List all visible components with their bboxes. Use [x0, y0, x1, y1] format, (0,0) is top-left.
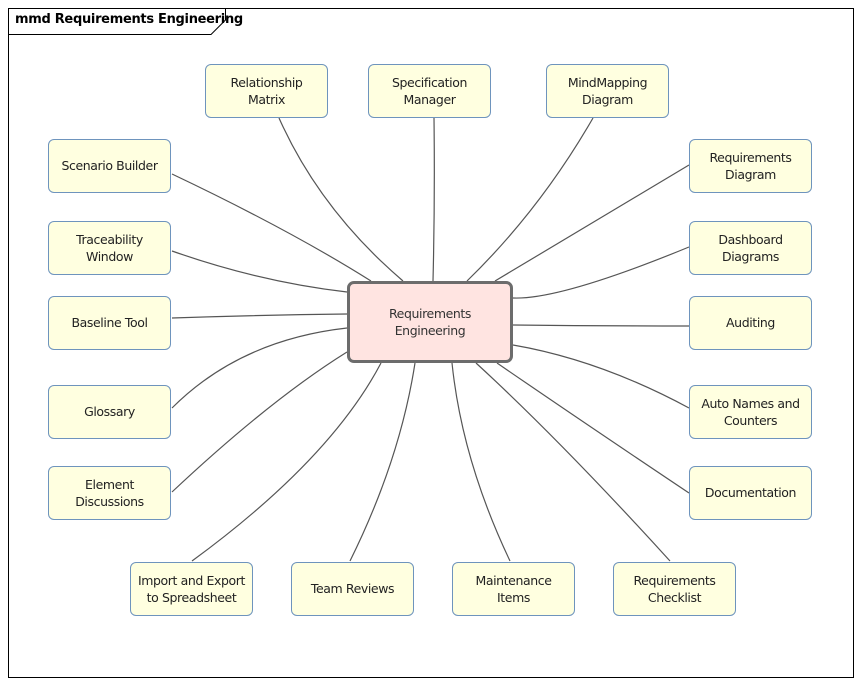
topic-label: Auto Names and Counters	[701, 395, 800, 429]
topic-label: Element Discussions	[75, 476, 144, 510]
topic-label: Dashboard Diagrams	[718, 231, 783, 265]
connector-element-discussions	[171, 351, 348, 493]
topic-label: Glossary	[84, 404, 135, 420]
topic-element-discussions[interactable]: Element Discussions	[48, 466, 171, 520]
topic-auto-names-and-counters[interactable]: Auto Names and Counters	[689, 385, 812, 439]
topic-label: Documentation	[704, 485, 797, 501]
connector-scenario-builder	[171, 173, 372, 282]
topic-traceability-window[interactable]: Traceability Window	[48, 221, 171, 275]
central-topic-label: Requirements Engineering	[388, 305, 472, 339]
topic-import-export-spreadsheet[interactable]: Import and Export to Spreadsheet	[130, 562, 253, 616]
topic-team-reviews[interactable]: Team Reviews	[291, 562, 414, 616]
topic-label: Import and Export to Spreadsheet	[137, 572, 246, 606]
connector-auditing	[512, 324, 690, 327]
topic-requirements-diagram[interactable]: Requirements Diagram	[689, 139, 812, 193]
connector-relationship-matrix	[278, 117, 404, 282]
topic-maintenance-items[interactable]: Maintenance Items	[452, 562, 575, 616]
topic-mindmapping-diagram[interactable]: MindMapping Diagram	[546, 64, 669, 118]
connector-maintenance-items	[451, 362, 511, 562]
topic-documentation[interactable]: Documentation	[689, 466, 812, 520]
central-topic-requirements-engineering[interactable]: Requirements Engineering	[347, 281, 513, 363]
connector-team-reviews	[349, 362, 416, 562]
connector-specification-manager	[432, 117, 435, 282]
topic-label: Specification Manager	[391, 74, 468, 108]
topic-glossary[interactable]: Glossary	[48, 385, 171, 439]
topic-requirements-checklist[interactable]: Requirements Checklist	[613, 562, 736, 616]
topic-label: Requirements Diagram	[709, 149, 792, 183]
connector-traceability-window	[171, 250, 348, 293]
topic-label: Traceability Window	[76, 231, 143, 265]
connector-auto-names-and-counters	[512, 344, 690, 409]
topic-label: Auditing	[726, 315, 775, 331]
topic-dashboard-diagrams[interactable]: Dashboard Diagrams	[689, 221, 812, 275]
topic-label: Team Reviews	[310, 581, 395, 597]
connector-glossary	[171, 327, 348, 409]
topic-label: Scenario Builder	[61, 158, 158, 174]
topic-baseline-tool[interactable]: Baseline Tool	[48, 296, 171, 350]
connector-mindmapping-diagram	[466, 117, 594, 282]
topic-label: Maintenance Items	[475, 572, 552, 606]
connector-import-export-spreadsheet	[191, 362, 382, 562]
topic-label: Baseline Tool	[71, 315, 148, 331]
connector-requirements-diagram	[494, 164, 690, 282]
topic-scenario-builder[interactable]: Scenario Builder	[48, 139, 171, 193]
topic-label: Relationship Matrix	[230, 74, 303, 108]
connector-documentation	[496, 362, 690, 494]
topic-specification-manager[interactable]: Specification Manager	[368, 64, 491, 118]
topic-auditing[interactable]: Auditing	[689, 296, 812, 350]
connector-requirements-checklist	[475, 362, 671, 562]
topic-relationship-matrix[interactable]: Relationship Matrix	[205, 64, 328, 118]
topic-label: Requirements Checklist	[633, 572, 716, 606]
connector-baseline-tool	[171, 313, 348, 319]
topic-label: MindMapping Diagram	[567, 74, 648, 108]
